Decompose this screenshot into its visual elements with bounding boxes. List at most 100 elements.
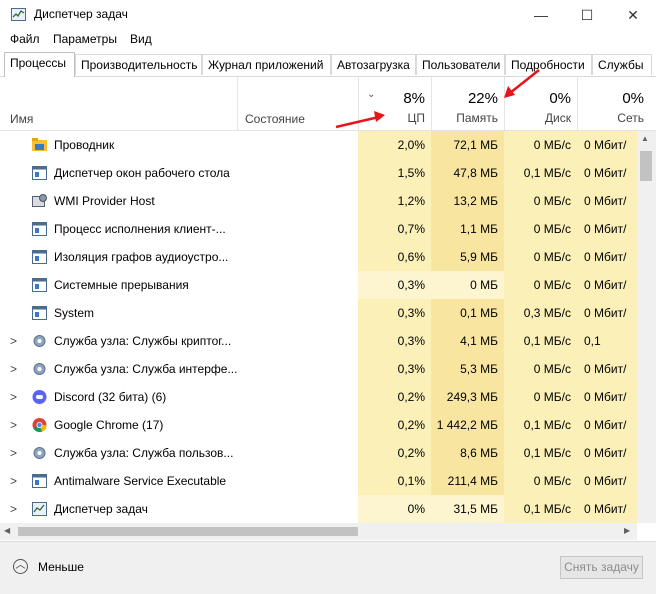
process-cpu: 0,2% — [358, 383, 431, 411]
column-cpu-label: ЦП — [407, 111, 425, 125]
process-name: Discord (32 бита) (6) — [54, 390, 167, 404]
process-name: WMI Provider Host — [54, 194, 155, 208]
process-network: 0 Мбит/с — [577, 439, 637, 488]
menu-options[interactable]: Параметры — [53, 32, 117, 46]
process-row[interactable]: > Диспетчер задач 0% 31,5 МБ 0,1 МБ/с 0 Мбит/… — [0, 495, 637, 523]
vertical-scroll-thumb[interactable] — [640, 151, 652, 181]
tab-bar: Процессы Производительность Журнал прило… — [0, 52, 656, 77]
process-row[interactable]: Процесс исполнения клиент-... 0,7% 1,1 МБ 0… — [0, 215, 637, 264]
window-icon — [32, 250, 47, 264]
process-network: 0 Мбит/с — [577, 215, 637, 264]
process-network: 0 Мбит/с — [577, 159, 637, 208]
process-cpu: 0,3% — [358, 271, 431, 299]
process-network: 0 Мбит/с — [577, 299, 637, 348]
process-row[interactable]: > Google Chrome (17) 0,2% 1 442,2 МБ 0,1 МБ/… — [0, 411, 637, 460]
process-disk: 0 МБ/с — [504, 355, 577, 383]
tab-startup[interactable]: Автозагрузка — [331, 54, 416, 75]
process-row[interactable]: Проводник 2,0%72,1 МБ0 МБ/с0 Мбит/с — [0, 131, 637, 180]
chevron-up-icon[interactable]: ︿ — [13, 559, 28, 574]
tab-app-history[interactable]: Журнал приложений — [202, 54, 331, 75]
close-button[interactable]: ✕ — [610, 0, 656, 30]
horizontal-scrollbar[interactable]: ◀ ▶ — [0, 523, 637, 540]
process-disk: 0,1 МБ/с — [504, 159, 577, 187]
expand-chevron-icon[interactable]: > — [10, 327, 17, 355]
process-row[interactable]: System 0,3%0,1 МБ0,3 МБ/с0 Мбит/с — [0, 299, 637, 348]
process-memory: 5,9 МБ — [431, 243, 504, 271]
column-memory[interactable]: 22% Память — [431, 77, 504, 130]
process-network: 0,1 Мбит/с — [577, 327, 637, 376]
process-name: Диспетчер задач — [54, 502, 148, 516]
process-name: Служба узла: Службы криптог... — [54, 334, 232, 348]
process-row[interactable]: > Служба узла: Службы криптог... 0,3% 4,1 М… — [0, 327, 637, 376]
menu-bar: Файл Параметры Вид — [0, 30, 656, 50]
maximize-button[interactable]: ☐ — [564, 0, 610, 30]
process-row[interactable]: > Служба узла: Служба пользов... 0,2% 8,6 М… — [0, 439, 637, 488]
tab-services[interactable]: Службы — [592, 54, 652, 75]
menu-view[interactable]: Вид — [130, 32, 152, 46]
title-bar: Диспетчер задач — ☐ ✕ — [0, 0, 656, 30]
process-disk: 0 МБ/с — [504, 271, 577, 299]
expand-chevron-icon[interactable]: > — [10, 411, 17, 439]
column-name[interactable]: Имя — [0, 77, 237, 130]
process-disk: 0 МБ/с — [504, 467, 577, 495]
process-cpu: 2,0% — [358, 131, 431, 159]
tab-processes[interactable]: Процессы — [4, 52, 75, 77]
process-disk: 0,3 МБ/с — [504, 299, 577, 327]
expand-chevron-icon[interactable]: > — [10, 495, 17, 523]
task-manager-window: Диспетчер задач — ☐ ✕ Файл Параметры Вид… — [0, 0, 656, 594]
process-name: Google Chrome (17) — [54, 418, 164, 432]
network-total-percent: 0% — [622, 90, 644, 107]
disk-total-percent: 0% — [549, 90, 571, 107]
process-disk: 0 МБ/с — [504, 383, 577, 411]
process-row[interactable]: WMI Provider Host 1,2% 13,2 МБ 0 МБ/с 0 Мбит… — [0, 187, 637, 236]
expand-chevron-icon[interactable]: > — [10, 383, 17, 411]
process-row[interactable]: > Antimalware Service Executable 0,1% 211,4… — [0, 467, 637, 516]
process-list: Проводник2,0%72,1 МБ0 МБ/с0 Мбит/сДиспет… — [0, 131, 637, 523]
expand-chevron-icon[interactable]: > — [10, 439, 17, 467]
process-name: Изоляция графов аудиоустро... — [54, 250, 229, 264]
expand-chevron-icon[interactable]: > — [10, 355, 17, 383]
process-cpu: 0,2% — [358, 411, 431, 439]
process-row[interactable]: Диспетчер окон рабочего стола 1,5% 47,8 МБ… — [0, 159, 637, 208]
process-name: Диспетчер окон рабочего стола — [54, 166, 230, 180]
footer-bar: ︿ Меньше Снять задачу — [0, 541, 656, 594]
process-disk: 0 МБ/с — [504, 215, 577, 243]
process-network: 0 Мбит/с — [577, 131, 637, 180]
process-network: 0 Мбит/с — [577, 355, 637, 404]
tab-details[interactable]: Подробности — [505, 54, 592, 75]
end-task-button[interactable]: Снять задачу — [560, 556, 643, 579]
scroll-left-arrow-icon[interactable]: ◀ — [4, 526, 10, 535]
minimize-button[interactable]: — — [518, 0, 564, 30]
window-title: Диспетчер задач — [34, 7, 128, 21]
tab-performance[interactable]: Производительность — [75, 54, 202, 75]
process-row[interactable]: > Discord (32 бита) (6) 0,2% 249,3 МБ 0 МБ/с… — [0, 383, 637, 432]
process-memory: 8,6 МБ — [431, 439, 504, 467]
scroll-right-arrow-icon[interactable]: ▶ — [624, 526, 630, 535]
column-status[interactable]: Состояние — [237, 77, 358, 130]
window-icon — [32, 222, 47, 236]
process-row[interactable]: > Служба узла: Служба интерфе... 0,3% 5,3 М… — [0, 355, 637, 404]
scroll-up-arrow-icon[interactable]: ▲ — [641, 134, 649, 143]
column-status-label: Состояние — [245, 112, 305, 126]
column-cpu[interactable]: ⌄ 8% ЦП — [358, 77, 431, 130]
horizontal-scroll-thumb[interactable] — [18, 527, 358, 536]
tab-users[interactable]: Пользователи — [416, 54, 505, 75]
process-cpu: 0,7% — [358, 215, 431, 243]
expand-chevron-icon[interactable]: > — [10, 467, 17, 495]
vertical-scrollbar[interactable]: ▲ — [637, 131, 656, 523]
process-cpu: 0,6% — [358, 243, 431, 271]
column-disk[interactable]: 0% Диск — [504, 77, 577, 130]
process-row[interactable]: Изоляция графов аудиоустро... 0,6% 5,9 МБ 0… — [0, 243, 637, 292]
task-manager-icon — [11, 8, 26, 21]
process-cpu: 1,2% — [358, 187, 431, 215]
process-cpu: 1,5% — [358, 159, 431, 187]
process-disk: 0 МБ/с — [504, 131, 577, 159]
process-memory: 0 МБ — [431, 271, 504, 299]
window-icon — [32, 166, 47, 180]
fewer-details-button[interactable]: Меньше — [38, 560, 84, 574]
column-network[interactable]: 0% Сеть — [577, 77, 656, 130]
process-network: 0 Мбит/с — [577, 411, 637, 460]
process-row[interactable]: Системные прерывания 0,3% 0 МБ 0 МБ/с 0 Мбит… — [0, 271, 637, 320]
menu-file[interactable]: Файл — [10, 32, 40, 46]
process-disk: 0,1 МБ/с — [504, 327, 577, 355]
